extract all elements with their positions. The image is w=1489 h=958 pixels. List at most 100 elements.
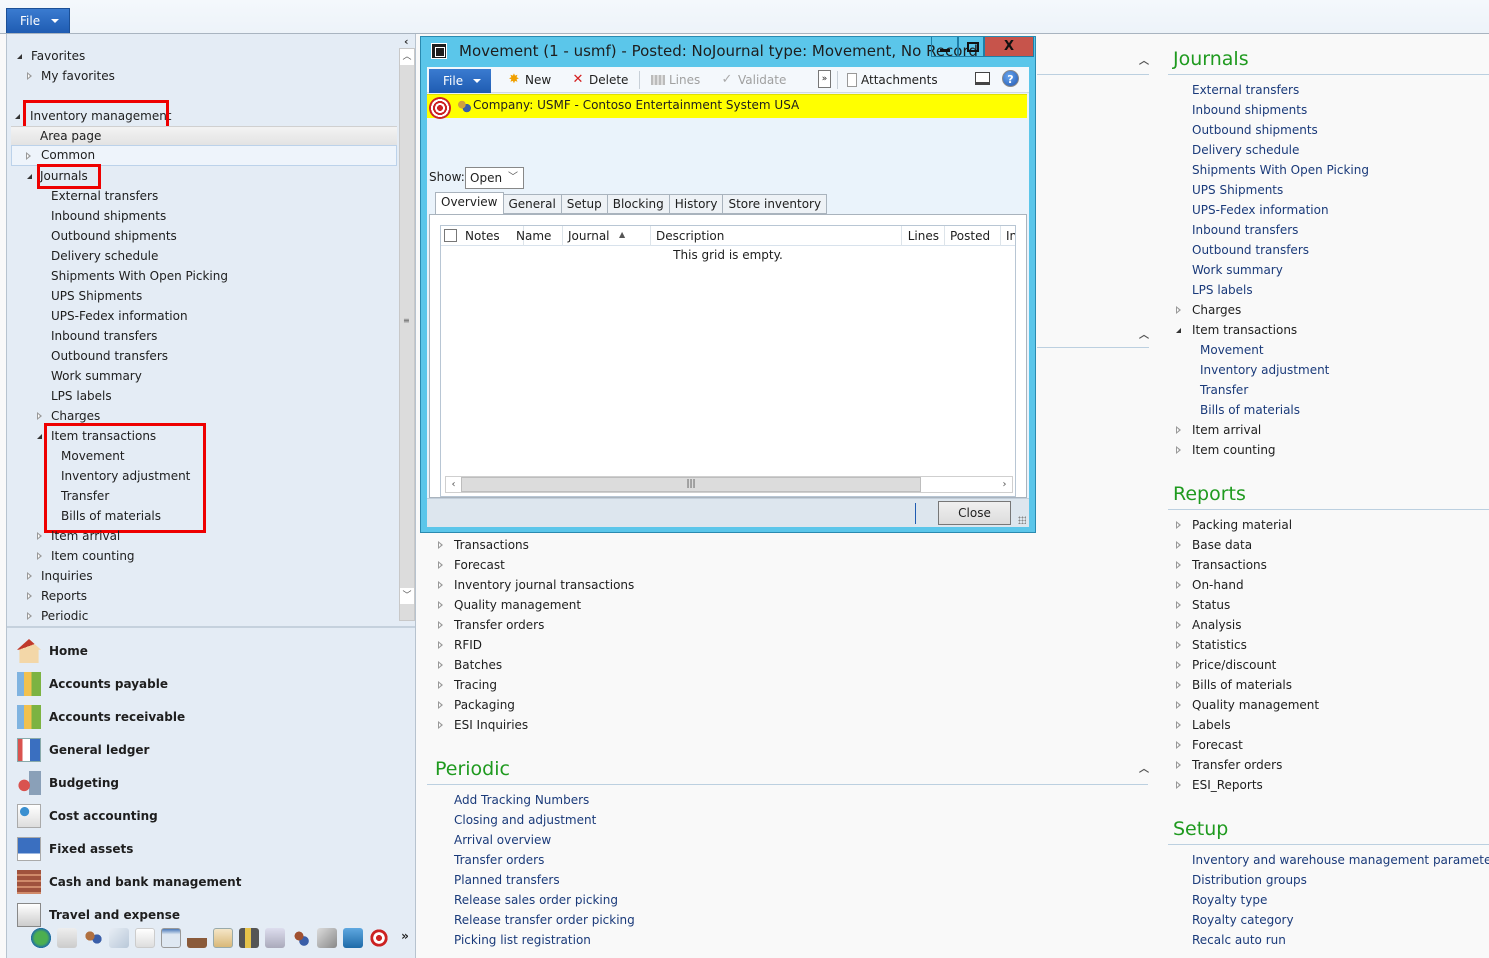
report-group-bills-of-materials[interactable]: Bills of materials [1176, 675, 1292, 695]
tree-node-periodic[interactable]: Periodic [27, 606, 88, 624]
tree-node-area-page[interactable]: Area page [11, 126, 397, 146]
document-check-shortcut-icon[interactable] [109, 928, 129, 948]
lines-button[interactable]: Lines [651, 71, 700, 89]
calendar-shortcut-icon[interactable] [265, 928, 285, 948]
report-shortcut-icon[interactable] [135, 928, 155, 948]
column-header-name[interactable]: Name [511, 226, 563, 246]
server-shortcut-icon[interactable] [343, 928, 363, 948]
column-header-in[interactable]: In [1001, 226, 1015, 246]
link-work-summary[interactable]: Work summary [1192, 260, 1283, 280]
column-header-journal[interactable]: Journal ▲ [563, 226, 651, 246]
tree-node-external-transfers[interactable]: External transfers [51, 186, 158, 206]
tree-node-ups-shipments[interactable]: UPS Shipments [51, 286, 142, 306]
report-group-esi-reports[interactable]: ESI_Reports [1176, 775, 1263, 795]
module-home[interactable]: Home [17, 636, 88, 666]
maximize-button[interactable] [958, 37, 984, 57]
link-external-transfers[interactable]: External transfers [1192, 80, 1299, 100]
report-group-analysis[interactable]: Analysis [1176, 615, 1241, 635]
document-user-shortcut-icon[interactable] [57, 928, 77, 948]
link-arrival-overview[interactable]: Arrival overview [454, 830, 551, 850]
people-shortcut-icon[interactable] [291, 928, 311, 948]
report-group-transfer-orders[interactable]: Transfer orders [1176, 755, 1282, 775]
tree-node-item-counting[interactable]: Item counting [37, 546, 135, 566]
select-all-checkbox[interactable] [444, 229, 457, 242]
group-transfer-orders[interactable]: Transfer orders [438, 615, 544, 635]
scroll-left-icon[interactable]: ‹ [446, 477, 461, 492]
column-header-description[interactable]: Description [651, 226, 902, 246]
new-button[interactable]: ✸ New [507, 71, 552, 89]
link-planned-transfers[interactable]: Planned transfers [454, 870, 560, 890]
module-accounts-payable[interactable]: Accounts payable [17, 669, 168, 699]
module-cost-accounting[interactable]: Cost accounting [17, 801, 158, 831]
clipboard-shortcut-icon[interactable] [213, 928, 233, 948]
group-tracing[interactable]: Tracing [438, 675, 497, 695]
tree-node-favorites[interactable]: Favorites [17, 46, 85, 66]
users-shortcut-icon[interactable] [83, 928, 103, 948]
module-travel-and-expense[interactable]: Travel and expense [17, 900, 180, 930]
collapse-section-icon[interactable]: ︿ [1139, 52, 1149, 67]
module-accounts-receivable[interactable]: Accounts receivable [17, 702, 185, 732]
dialog-file-button[interactable]: File [429, 69, 491, 93]
group-quality-management[interactable]: Quality management [438, 595, 581, 615]
group-item-counting[interactable]: Item counting [1176, 440, 1276, 460]
link-outbound-shipments[interactable]: Outbound shipments [1192, 120, 1318, 140]
module-fixed-assets[interactable]: Fixed assets [17, 834, 133, 864]
link-royalty-type[interactable]: Royalty type [1192, 890, 1267, 910]
link-shipments-with-open-picking[interactable]: Shipments With Open Picking [1192, 160, 1369, 180]
column-header-posted[interactable]: Posted [945, 226, 1001, 246]
tree-node-outbound-shipments[interactable]: Outbound shipments [51, 226, 177, 246]
group-rfid[interactable]: RFID [438, 635, 482, 655]
tree-node-outbound-transfers[interactable]: Outbound transfers [51, 346, 168, 366]
link-release-sales-order-picking[interactable]: Release sales order picking [454, 890, 618, 910]
tools-shortcut-icon[interactable] [317, 928, 337, 948]
tree-node-inquiries[interactable]: Inquiries [27, 566, 93, 586]
tab-setup[interactable]: Setup [561, 194, 608, 214]
target-shortcut-icon[interactable] [369, 928, 389, 948]
help-icon[interactable]: ? [1002, 70, 1019, 87]
tab-history[interactable]: History [669, 194, 724, 214]
factbox-toggle-icon[interactable] [975, 72, 990, 85]
collapse-section-icon[interactable]: ︿ [1139, 326, 1149, 341]
collapse-section-icon[interactable]: ︿ [1139, 760, 1149, 775]
tree-node-work-summary[interactable]: Work summary [51, 366, 142, 386]
column-header-lines[interactable]: Lines [902, 226, 945, 246]
resize-grip-icon[interactable] [1018, 516, 1026, 524]
tree-node-common[interactable]: Common [11, 145, 397, 166]
forklift-shortcut-icon[interactable] [239, 928, 259, 948]
scroll-right-icon[interactable]: › [997, 477, 1012, 492]
link-outbound-transfers[interactable]: Outbound transfers [1192, 240, 1309, 260]
tree-node-delivery-schedule[interactable]: Delivery schedule [51, 246, 158, 266]
link-bills-of-materials[interactable]: Bills of materials [1200, 400, 1300, 420]
file-menu-button[interactable]: File [6, 8, 70, 33]
globe-shortcut-icon[interactable] [31, 928, 51, 948]
link-ups-fedex-information[interactable]: UPS-Fedex information [1192, 200, 1329, 220]
close-window-button[interactable]: X [984, 37, 1034, 57]
group-packaging[interactable]: Packaging [438, 695, 515, 715]
report-group-statistics[interactable]: Statistics [1176, 635, 1247, 655]
link-picking-list-registration[interactable]: Picking list registration [454, 930, 591, 950]
more-modules-button[interactable]: » [395, 928, 415, 948]
group-inventory-journal-transactions[interactable]: Inventory journal transactions [438, 575, 634, 595]
group-charges[interactable]: Charges [1176, 300, 1241, 320]
module-cash-and-bank-management[interactable]: Cash and bank management [17, 867, 241, 897]
link-lps-labels[interactable]: LPS labels [1192, 280, 1253, 300]
collapse-pane-icon[interactable]: ‹ [404, 35, 409, 48]
tree-node-reports[interactable]: Reports [27, 586, 87, 606]
link-add-tracking-numbers[interactable]: Add Tracking Numbers [454, 790, 589, 810]
scroll-up-icon[interactable]: ︿ [400, 49, 414, 65]
truck-shortcut-icon[interactable] [187, 928, 207, 948]
link-transfer[interactable]: Transfer [1200, 380, 1248, 400]
tab-overview[interactable]: Overview [435, 192, 504, 214]
scroll-down-icon[interactable]: ﹀ [400, 588, 414, 604]
report-group-transactions[interactable]: Transactions [1176, 555, 1267, 575]
link-inbound-transfers[interactable]: Inbound transfers [1192, 220, 1298, 240]
toolbar-overflow-button[interactable]: » [818, 70, 831, 88]
link-movement[interactable]: Movement [1200, 340, 1264, 360]
tree-node-shipments-with-open-picking[interactable]: Shipments With Open Picking [51, 266, 228, 286]
link-transfer-orders[interactable]: Transfer orders [454, 850, 544, 870]
report-group-status[interactable]: Status [1176, 595, 1230, 615]
tab-general[interactable]: General [503, 194, 562, 214]
link-release-transfer-order-picking[interactable]: Release transfer order picking [454, 910, 635, 930]
link-distribution-groups[interactable]: Distribution groups [1192, 870, 1307, 890]
tree-node-ups-fedex-information[interactable]: UPS-Fedex information [51, 306, 188, 326]
